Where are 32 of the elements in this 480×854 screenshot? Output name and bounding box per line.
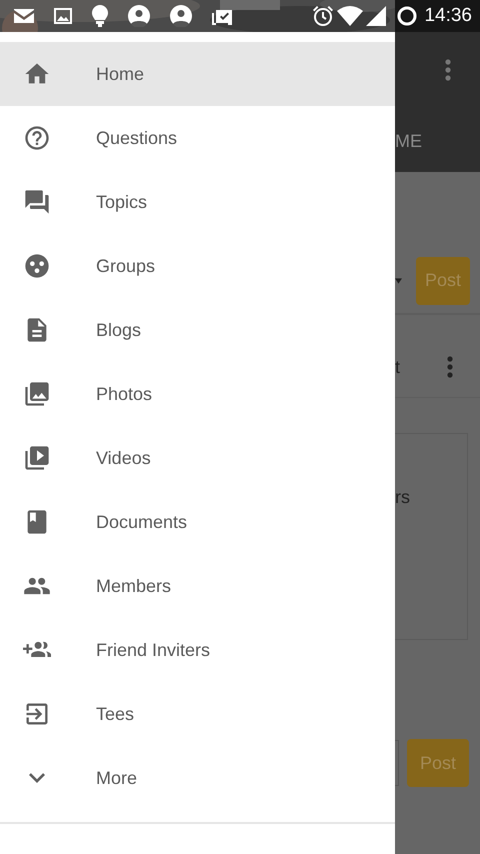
nav-item[interactable]: Groups <box>0 234 395 298</box>
nav-item[interactable]: Videos <box>0 426 395 490</box>
nav-item[interactable]: Blogs <box>0 298 395 362</box>
image-icon <box>54 8 72 24</box>
bulb-icon <box>92 5 108 27</box>
card-title: t <box>395 356 400 378</box>
wifi-icon <box>337 6 364 26</box>
alarm-icon <box>312 5 334 27</box>
nav-item[interactable]: Photos <box>0 362 395 426</box>
photo-stack-icon <box>23 380 51 408</box>
avatar-icon <box>170 5 192 27</box>
nav-item[interactable]: Members <box>0 554 395 618</box>
clock-time: 14:36 <box>424 5 472 27</box>
tab[interactable]: ME <box>395 117 480 152</box>
caret-icon[interactable] <box>395 278 402 284</box>
nav-item[interactable]: Questions <box>0 106 395 170</box>
chevron-down-icon <box>29 773 45 783</box>
more-menu-icon[interactable] <box>445 59 451 81</box>
signal-icon <box>366 6 386 26</box>
more-menu-icon[interactable] <box>447 356 453 378</box>
nav-item[interactable]: More <box>0 746 395 810</box>
nav-item[interactable]: Friend Inviters <box>0 618 395 682</box>
nav-item[interactable]: Tees <box>0 682 395 746</box>
battery-ring-icon <box>397 6 418 26</box>
nav-item[interactable]: Topics <box>0 170 395 234</box>
chat-bubbles-icon <box>23 188 51 216</box>
nav-item[interactable]: Documents <box>0 490 395 554</box>
video-stack-icon <box>23 444 51 472</box>
nav-item[interactable]: Home <box>0 42 395 106</box>
help-icon <box>23 124 51 152</box>
avatar-icon <box>128 5 150 27</box>
card-text: rs <box>395 487 411 508</box>
